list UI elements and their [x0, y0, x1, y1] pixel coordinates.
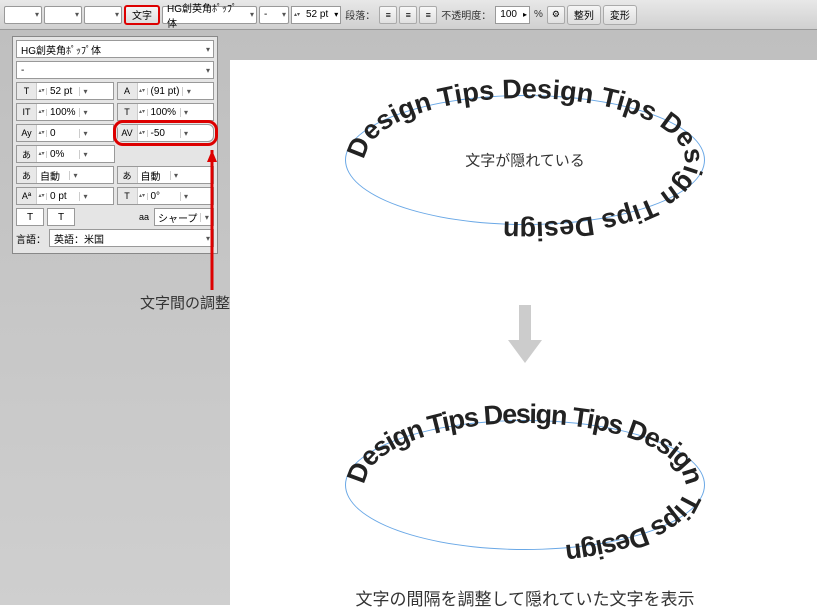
character-panel: HG創英角ﾎﾟｯﾌﾟ体 - T▴▾52 pt▾ A▴▾(91 pt)▾ IT▴▾… [12, 36, 218, 254]
panel-font-family[interactable]: HG創英角ﾎﾟｯﾌﾟ体 [16, 40, 214, 58]
panel-hscale[interactable]: T▴▾100%▾ [117, 103, 215, 121]
font-size-field[interactable]: ▴▾52 pt▾ [291, 6, 341, 24]
annotation-kerning-label: 文字間の調整 [140, 292, 230, 313]
panel-kerning[interactable]: Ay▴▾0▾ [16, 124, 114, 142]
panel-auto1[interactable]: あ自動▾ [16, 166, 114, 184]
paragraph-label: 段落： [343, 7, 377, 22]
panel-auto2[interactable]: あ自動▾ [117, 166, 215, 184]
panel-leading[interactable]: A▴▾(91 pt)▾ [117, 82, 215, 100]
artboard: Design Tips Design Tips Design Tips Desi… [230, 60, 817, 610]
panel-font-size[interactable]: T▴▾52 pt▾ [16, 82, 114, 100]
panel-t-button[interactable]: T [16, 208, 44, 226]
curved-text-after: Design Tips Design Tips Design Tips Desi… [335, 400, 715, 570]
panel-font-style[interactable]: - [16, 61, 214, 79]
arrange-button[interactable]: 整列 [567, 5, 601, 25]
panel-t2-button[interactable]: T [47, 208, 75, 226]
opacity-field[interactable]: 100▸ [495, 6, 530, 24]
align-right-icon[interactable]: ≡ [419, 6, 437, 24]
panel-baseline[interactable]: Aª▴▾0 pt▾ [16, 187, 114, 205]
panel-vscale[interactable]: IT▴▾100%▾ [16, 103, 114, 121]
hidden-text-label: 文字が隠れている [335, 150, 715, 171]
language-label: 言語： [16, 231, 46, 246]
font-family-dropdown[interactable]: HG創英角ﾎﾟｯﾌﾟ体 [162, 6, 257, 24]
aa-label: aa [139, 212, 151, 222]
panel-antialias[interactable]: シャープ▾ [154, 208, 214, 226]
bottom-caption: 文字の間隔を調整して隠れていた文字を表示 [230, 585, 817, 610]
panel-tracking[interactable]: AV▴▾-50▾ [117, 124, 215, 142]
text-on-path-after[interactable]: Design Tips Design Tips Design Tips Desi… [335, 400, 715, 570]
annotation-arrow [207, 150, 227, 298]
chain-icon[interactable]: ⚙ [547, 6, 565, 24]
transform-button[interactable]: 変形 [603, 5, 637, 25]
character-panel-button[interactable]: 文字 [124, 5, 160, 25]
preset-dropdown-2[interactable] [44, 6, 82, 24]
panel-rotation[interactable]: T▴▾0°▾ [117, 187, 215, 205]
align-center-icon[interactable]: ≡ [399, 6, 417, 24]
canvas-area: Design Tips Design Tips Design Tips Desi… [230, 60, 817, 605]
arrow-down-icon [508, 305, 542, 368]
preset-dropdown[interactable] [4, 6, 42, 24]
align-left-icon[interactable]: ≡ [379, 6, 397, 24]
text-on-path-before[interactable]: Design Tips Design Tips Design Tips Desi… [335, 75, 715, 245]
font-style-dropdown[interactable]: - [259, 6, 289, 24]
panel-language[interactable]: 英語：米国 [49, 229, 214, 247]
preset-dropdown-3[interactable] [84, 6, 122, 24]
opacity-label: 不透明度： [439, 7, 493, 22]
svg-text:Design Tips Design Tips Design: Design Tips Design Tips Design Tips Desi… [341, 399, 709, 569]
top-toolbar: 文字 HG創英角ﾎﾟｯﾌﾟ体 - ▴▾52 pt▾ 段落： ≡ ≡ ≡ 不透明度… [0, 0, 817, 30]
panel-tsume[interactable]: あ▴▾0%▾ [16, 145, 115, 163]
